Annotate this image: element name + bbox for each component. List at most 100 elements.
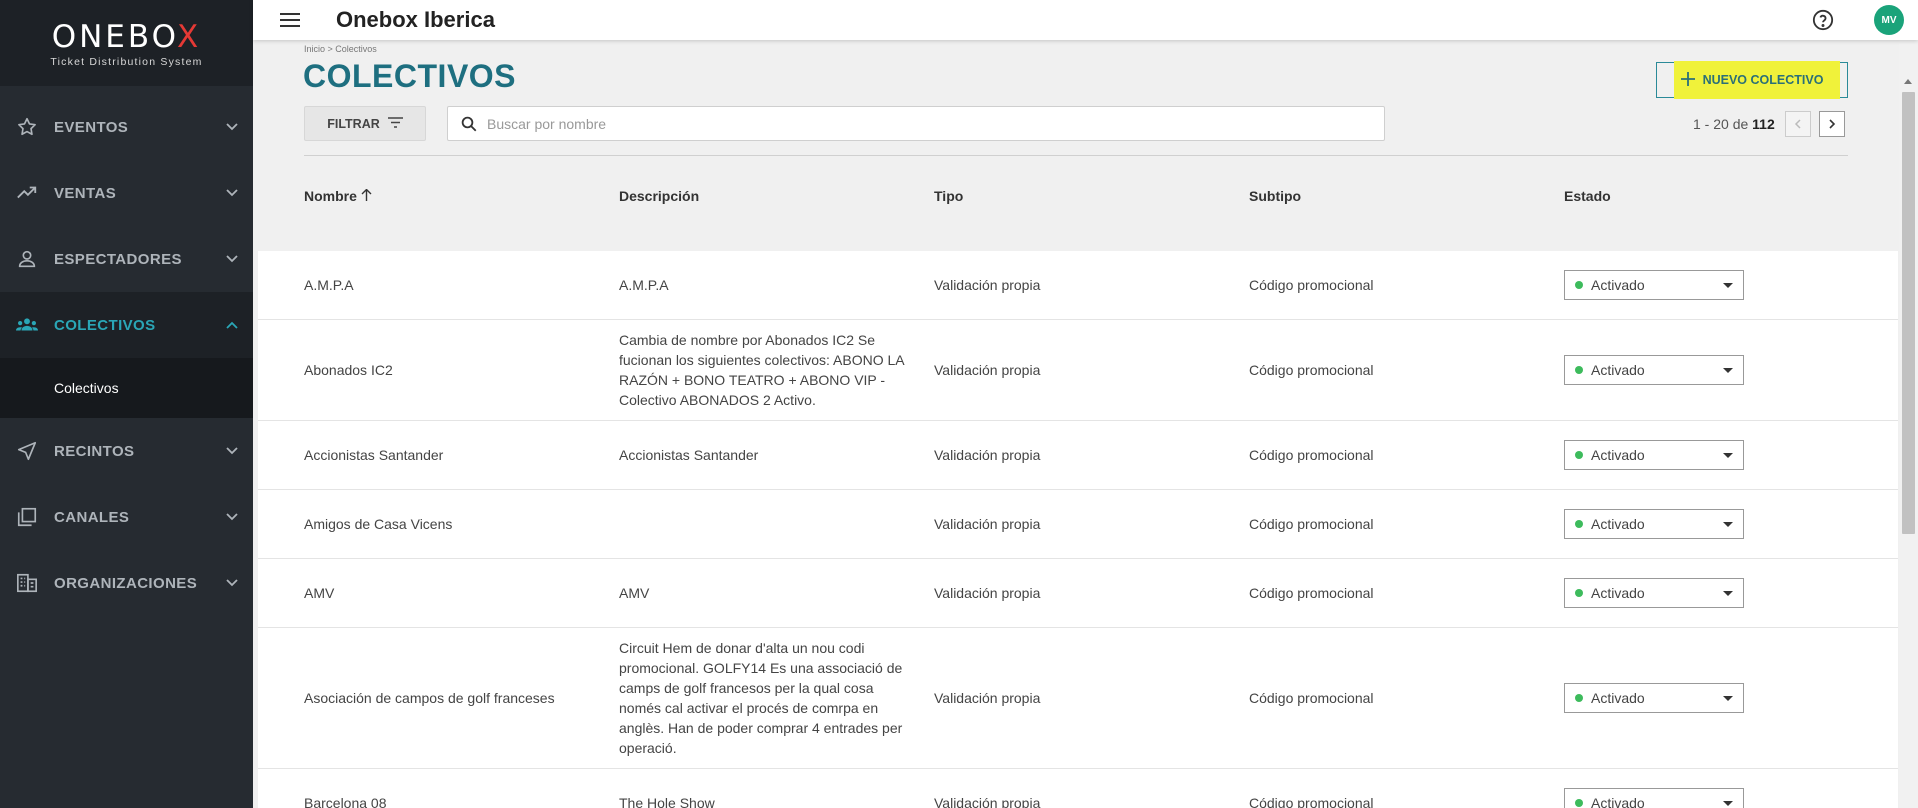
divider (304, 155, 1848, 156)
cell-tipo: Validación propia (934, 585, 1041, 601)
status-dot (1575, 520, 1583, 528)
chevron-down-icon (225, 576, 239, 590)
new-colectivo-label: NUEVO COLECTIVO (1702, 73, 1824, 87)
vertical-scrollbar[interactable] (1899, 40, 1918, 808)
caret-down-icon (1723, 367, 1733, 373)
cell-descripcion: Accionistas Santander (619, 447, 759, 463)
sidebar-item-label: RECINTOS (54, 442, 135, 460)
sidebar-item-label: COLECTIVOS (54, 316, 156, 334)
cell-descripcion: The Hole Show (619, 795, 715, 808)
status-select[interactable]: Activado (1564, 440, 1744, 470)
cell-descripcion: AMV (619, 585, 650, 601)
chevron-down-icon (225, 120, 239, 134)
onebox-logo[interactable]: ONEBOX Ticket Distribution System (0, 0, 253, 86)
cell-tipo: Validación propia (934, 690, 1041, 706)
column-header-nombre[interactable]: Nombre (304, 188, 619, 204)
status-select[interactable]: Activado (1564, 270, 1744, 300)
cell-subtipo: Código promocional (1249, 585, 1374, 601)
prev-page-button[interactable] (1784, 111, 1811, 137)
status-value: Activado (1591, 277, 1645, 293)
sidebar-item-label: CANALES (54, 508, 130, 526)
cell-subtipo: Código promocional (1249, 362, 1374, 378)
filter-icon (387, 116, 403, 131)
chevron-down-icon (225, 252, 239, 266)
cell-nombre: Abonados IC2 (304, 362, 393, 378)
sidebar-item-recintos[interactable]: RECINTOS (0, 418, 253, 484)
sidebar-item-label: EVENTOS (54, 118, 129, 136)
caret-down-icon (1723, 590, 1733, 596)
cell-subtipo: Código promocional (1249, 447, 1374, 463)
status-select[interactable]: Activado (1564, 683, 1744, 713)
logo-wordmark: ONEBOX (51, 18, 202, 55)
status-select[interactable]: Activado (1564, 578, 1744, 608)
library-icon (14, 504, 40, 530)
search-input[interactable] (487, 108, 1384, 139)
cell-tipo: Validación propia (934, 516, 1041, 532)
status-dot (1575, 694, 1583, 702)
sidebar-item-ventas[interactable]: VENTAS (0, 160, 253, 226)
topbar: Onebox Iberica MV (253, 0, 1918, 40)
cell-tipo: Validación propia (934, 277, 1041, 293)
scrollbar-thumb[interactable] (1902, 92, 1915, 534)
table-row[interactable]: Accionistas Santander Accionistas Santan… (258, 421, 1898, 490)
groups-icon (14, 312, 40, 338)
caret-down-icon (1723, 800, 1733, 806)
status-select[interactable]: Activado (1564, 788, 1744, 808)
chevron-down-icon (225, 444, 239, 458)
status-value: Activado (1591, 690, 1645, 706)
cell-tipo: Validación propia (934, 447, 1041, 463)
plus-icon (1680, 71, 1695, 89)
breadcrumb[interactable]: Inicio > Colectivos (304, 44, 377, 54)
table-row[interactable]: AMV AMV Validación propia Código promoci… (258, 559, 1898, 628)
cell-nombre: Accionistas Santander (304, 447, 444, 463)
navigation-arrow-icon (14, 438, 40, 464)
chevron-down-icon (225, 510, 239, 524)
table-row[interactable]: Asociación de campos de golf franceses C… (258, 628, 1898, 769)
sidebar-item-eventos[interactable]: EVENTOS (0, 94, 253, 160)
caret-down-icon (1723, 521, 1733, 527)
status-select[interactable]: Activado (1564, 509, 1744, 539)
table-row[interactable]: A.M.P.A A.M.P.A Validación propia Código… (258, 251, 1898, 320)
table-row[interactable]: Abonados IC2 Cambia de nombre por Abonad… (258, 320, 1898, 421)
organization-title: Onebox Iberica (336, 7, 495, 32)
table-body: A.M.P.A A.M.P.A Validación propia Código… (258, 251, 1898, 808)
status-dot (1575, 451, 1583, 459)
filter-button[interactable]: FILTRAR (304, 106, 426, 141)
user-avatar[interactable]: MV (1874, 5, 1904, 35)
status-dot (1575, 281, 1583, 289)
caret-down-icon (1723, 282, 1733, 288)
cell-subtipo: Código promocional (1249, 795, 1374, 808)
sidebar-item-espectadores[interactable]: ESPECTADORES (0, 226, 253, 292)
cell-nombre: Barcelona 08 (304, 795, 387, 808)
sidebar-subitem-colectivos[interactable]: Colectivos (0, 358, 253, 418)
sidebar-item-organizaciones[interactable]: ORGANIZACIONES (0, 550, 253, 616)
scroll-up-icon[interactable] (1904, 79, 1912, 84)
table-row[interactable]: Amigos de Casa Vicens Validación propia … (258, 490, 1898, 559)
sidebar-nav: EVENTOS VENTAS ESPECTADORES COLECTIVOS C… (0, 94, 253, 616)
help-icon[interactable] (1812, 9, 1834, 31)
search-box[interactable] (447, 106, 1385, 141)
table-row[interactable]: Barcelona 08 The Hole Show Validación pr… (258, 769, 1898, 808)
status-dot (1575, 799, 1583, 807)
sidebar-item-colectivos[interactable]: COLECTIVOS (0, 292, 253, 358)
cell-nombre: AMV (304, 585, 335, 601)
new-colectivo-button[interactable]: NUEVO COLECTIVO (1656, 61, 1848, 99)
cell-nombre: Asociación de campos de golf franceses (304, 690, 555, 706)
next-page-button[interactable] (1818, 111, 1845, 137)
sidebar: ONEBOX Ticket Distribution System EVENTO… (0, 0, 253, 808)
menu-icon[interactable] (279, 9, 301, 31)
column-header-subtipo: Subtipo (1249, 188, 1302, 204)
cell-descripcion: A.M.P.A (619, 277, 669, 293)
status-value: Activado (1591, 795, 1645, 808)
column-header-estado: Estado (1564, 188, 1611, 204)
status-dot (1575, 589, 1583, 597)
sort-ascending-icon (361, 188, 372, 204)
sidebar-item-canales[interactable]: CANALES (0, 484, 253, 550)
cell-subtipo: Código promocional (1249, 277, 1374, 293)
building-icon (14, 570, 40, 596)
sidebar-item-label: ESPECTADORES (54, 250, 182, 268)
cell-subtipo: Código promocional (1249, 690, 1374, 706)
status-select[interactable]: Activado (1564, 355, 1744, 385)
search-icon (460, 115, 478, 133)
status-value: Activado (1591, 362, 1645, 378)
